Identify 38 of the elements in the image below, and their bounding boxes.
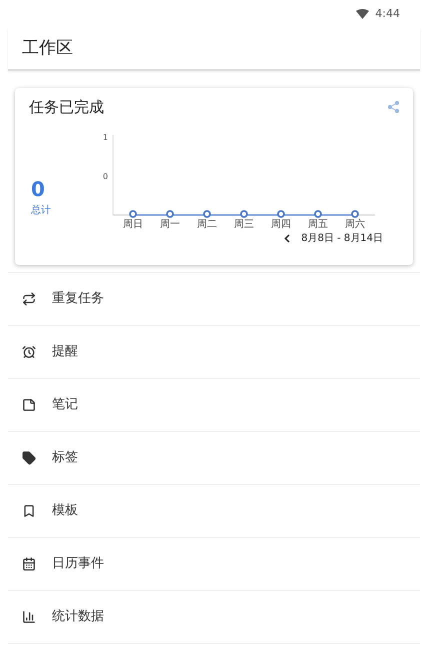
x-tick-label: 周四 (271, 218, 291, 230)
data-point (277, 210, 285, 218)
data-point (166, 210, 174, 218)
tag-icon (22, 451, 36, 465)
menu-item[interactable]: 笔记 (8, 379, 420, 432)
y-tick-label: 0 (102, 172, 108, 180)
data-point (240, 210, 248, 218)
x-tick-label: 周五 (308, 218, 328, 230)
data-point (314, 210, 322, 218)
data-point (129, 210, 137, 218)
page-title: 工作区 (22, 36, 73, 60)
repeat-icon (22, 292, 36, 306)
total-label: 总计 (31, 204, 51, 218)
alarm-clock-icon (22, 345, 36, 359)
x-tick-label: 周日 (123, 218, 143, 230)
note-icon (22, 398, 36, 412)
bar-chart-icon (22, 610, 36, 624)
status-time: 4:44 (375, 6, 400, 22)
menu-item[interactable]: 模板 (8, 485, 420, 538)
wifi-icon (356, 9, 370, 19)
data-point (203, 210, 211, 218)
x-tick-label: 周六 (345, 218, 365, 230)
data-point (351, 210, 359, 218)
calendar-icon (22, 557, 36, 571)
card-title: 任务已完成 (29, 97, 104, 118)
menu-item[interactable]: 提醒 (8, 326, 420, 379)
y-tick-label: 1 (102, 132, 108, 142)
menu-item[interactable]: 标签 (8, 432, 420, 485)
menu-item[interactable]: 日历事件 (8, 538, 420, 591)
total-count: 0 (31, 178, 45, 198)
bookmark-icon (22, 504, 36, 518)
menu-item[interactable]: 重复任务 (8, 273, 420, 326)
date-range: 8月8日 - 8月14日 (301, 232, 383, 246)
x-tick-label: 周二 (197, 218, 217, 230)
menu-item[interactable]: 统计数据 (8, 591, 420, 644)
x-tick-label: 周一 (160, 218, 180, 230)
chevron-left-icon (284, 234, 290, 242)
x-tick-label: 周三 (234, 218, 254, 230)
